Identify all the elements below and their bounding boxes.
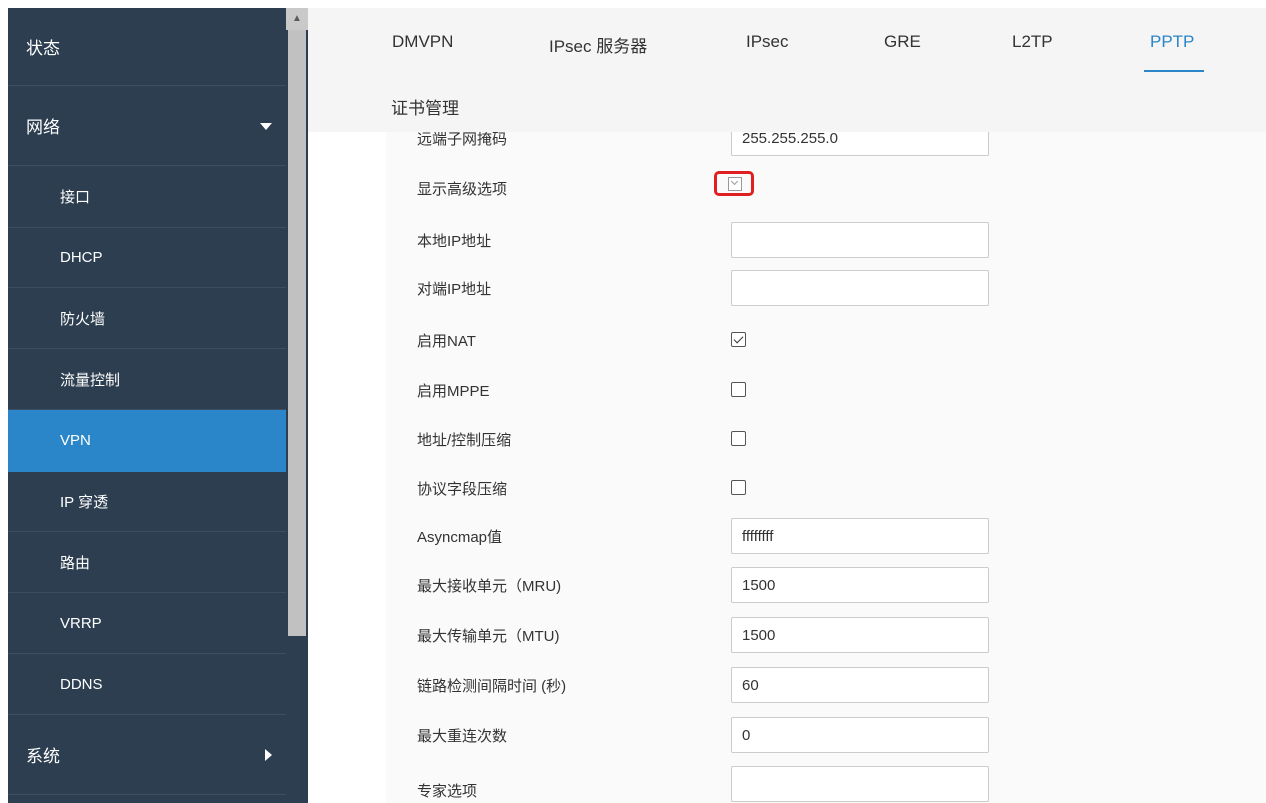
field-label: 最大传输单元（MTU): [417, 628, 560, 645]
tab-ipsec-server[interactable]: IPsec 服务器: [549, 32, 647, 57]
field-label: Asyncmap值: [417, 529, 503, 546]
sidebar-item-status[interactable]: 状态: [8, 8, 286, 86]
chevron-down-icon: [260, 122, 272, 130]
sidebar-item-label: 流量控制: [60, 371, 121, 389]
sidebar-item-interface[interactable]: 接口: [8, 166, 286, 228]
asyncmap-input[interactable]: [731, 518, 989, 554]
tab-gre[interactable]: GRE: [884, 32, 921, 52]
sidebar-item-label: 网络: [26, 118, 60, 137]
field-label: 最大接收单元（MRU): [417, 578, 562, 595]
form-row-enable-nat: 启用NAT: [386, 322, 1266, 358]
tab-l2tp[interactable]: L2TP: [1012, 32, 1053, 52]
field-label: 最大重连次数: [417, 728, 508, 745]
enable-nat-checkbox[interactable]: [731, 332, 746, 347]
form-row-link-detect-interval: 链路检测间隔时间 (秒): [386, 667, 1266, 703]
form-row-enable-mppe: 启用MPPE: [386, 372, 1266, 408]
active-tab-indicator: [1144, 70, 1204, 72]
field-label: 链路检测间隔时间 (秒): [417, 678, 567, 695]
tab-certificate-management[interactable]: 证书管理: [391, 94, 459, 119]
show-advanced-checkbox[interactable]: [728, 177, 742, 191]
sidebar-item-firewall[interactable]: 防火墙: [8, 288, 286, 349]
tab-pptp[interactable]: PPTP: [1150, 32, 1194, 52]
tab-ipsec[interactable]: IPsec: [746, 32, 789, 52]
sidebar-item-ddns[interactable]: DDNS: [8, 654, 286, 715]
chevron-right-icon: [265, 748, 272, 761]
sidebar-item-label: DDNS: [60, 675, 103, 693]
field-label: 远端子网掩码: [417, 132, 508, 148]
sidebar-item-label: IP 穿透: [60, 494, 109, 511]
sidebar-item-vrrp[interactable]: VRRP: [8, 593, 286, 654]
sidebar-item-routing[interactable]: 路由: [8, 532, 286, 593]
form-row-mru: 最大接收单元（MRU): [386, 567, 1266, 603]
field-label: 启用NAT: [417, 333, 476, 350]
remote-subnet-mask-input[interactable]: [731, 132, 989, 156]
max-reconnect-input[interactable]: [731, 717, 989, 753]
field-label: 启用MPPE: [417, 383, 490, 400]
sidebar-item-label: 系统: [26, 747, 60, 766]
pptp-form: 远端子网掩码 显示高级选项 本地IP地址 对端IP地址 启用NAT 启用MPPE…: [386, 132, 1266, 803]
form-row-show-advanced: 显示高级选项: [386, 171, 1266, 210]
sidebar-item-label: 防火墙: [60, 310, 106, 328]
sidebar-item-label: DHCP: [60, 249, 103, 266]
tab-bar: DMVPN IPsec 服务器 IPsec GRE L2TP PPTP 证书管理: [308, 8, 1266, 132]
sidebar-item-label: VPN: [60, 432, 91, 449]
scrollbar-thumb[interactable]: [288, 30, 306, 636]
field-label: 地址/控制压缩: [417, 432, 512, 449]
sidebar: 状态 网络 接口 DHCP 防火墙 流量控制 VPN IP 穿透 路由 VRRP…: [8, 8, 286, 803]
field-label: 专家选项: [417, 783, 478, 800]
form-row-peer-ip: 对端IP地址: [386, 270, 1266, 306]
form-row-protocol-field-compress: 协议字段压缩: [386, 470, 1266, 506]
form-row-addr-ctrl-compress: 地址/控制压缩: [386, 421, 1266, 457]
field-label: 显示高级选项: [417, 181, 508, 198]
tab-dmvpn[interactable]: DMVPN: [392, 32, 453, 52]
form-row-max-reconnect: 最大重连次数: [386, 717, 1266, 753]
sidebar-item-network[interactable]: 网络: [8, 86, 286, 166]
sidebar-item-dhcp[interactable]: DHCP: [8, 228, 286, 288]
expert-options-input[interactable]: [731, 766, 989, 802]
scroll-up-icon[interactable]: ▲: [286, 8, 308, 30]
link-detect-interval-input[interactable]: [731, 667, 989, 703]
sidebar-item-label: 状态: [26, 39, 60, 58]
sidebar-item-label: VRRP: [60, 614, 102, 632]
main-content: 远端子网掩码 显示高级选项 本地IP地址 对端IP地址 启用NAT 启用MPPE…: [308, 132, 1266, 803]
local-ip-input[interactable]: [731, 222, 989, 258]
form-row-remote-subnet-mask: 远端子网掩码: [386, 132, 1266, 156]
form-row-asyncmap: Asyncmap值: [386, 518, 1266, 554]
field-label: 协议字段压缩: [417, 481, 508, 498]
enable-mppe-checkbox[interactable]: [731, 382, 746, 397]
field-label: 本地IP地址: [417, 233, 492, 250]
sidebar-item-traffic-control[interactable]: 流量控制: [8, 349, 286, 410]
sidebar-item-label: 接口: [60, 189, 91, 206]
peer-ip-input[interactable]: [731, 270, 989, 306]
form-row-expert-options: 专家选项: [386, 766, 1266, 802]
addr-ctrl-compress-checkbox[interactable]: [731, 431, 746, 446]
sidebar-item-vpn[interactable]: VPN: [8, 410, 286, 472]
form-row-local-ip: 本地IP地址: [386, 222, 1266, 258]
protocol-field-compress-checkbox[interactable]: [731, 480, 746, 495]
sidebar-scrollbar[interactable]: ▲: [286, 8, 308, 803]
field-label: 对端IP地址: [417, 281, 492, 298]
sidebar-item-ip-passthrough[interactable]: IP 穿透: [8, 472, 286, 532]
mtu-input[interactable]: [731, 617, 989, 653]
sidebar-item-label: 路由: [60, 554, 91, 572]
mru-input[interactable]: [731, 567, 989, 603]
form-row-mtu: 最大传输单元（MTU): [386, 617, 1266, 653]
sidebar-item-system[interactable]: 系统: [8, 715, 286, 795]
